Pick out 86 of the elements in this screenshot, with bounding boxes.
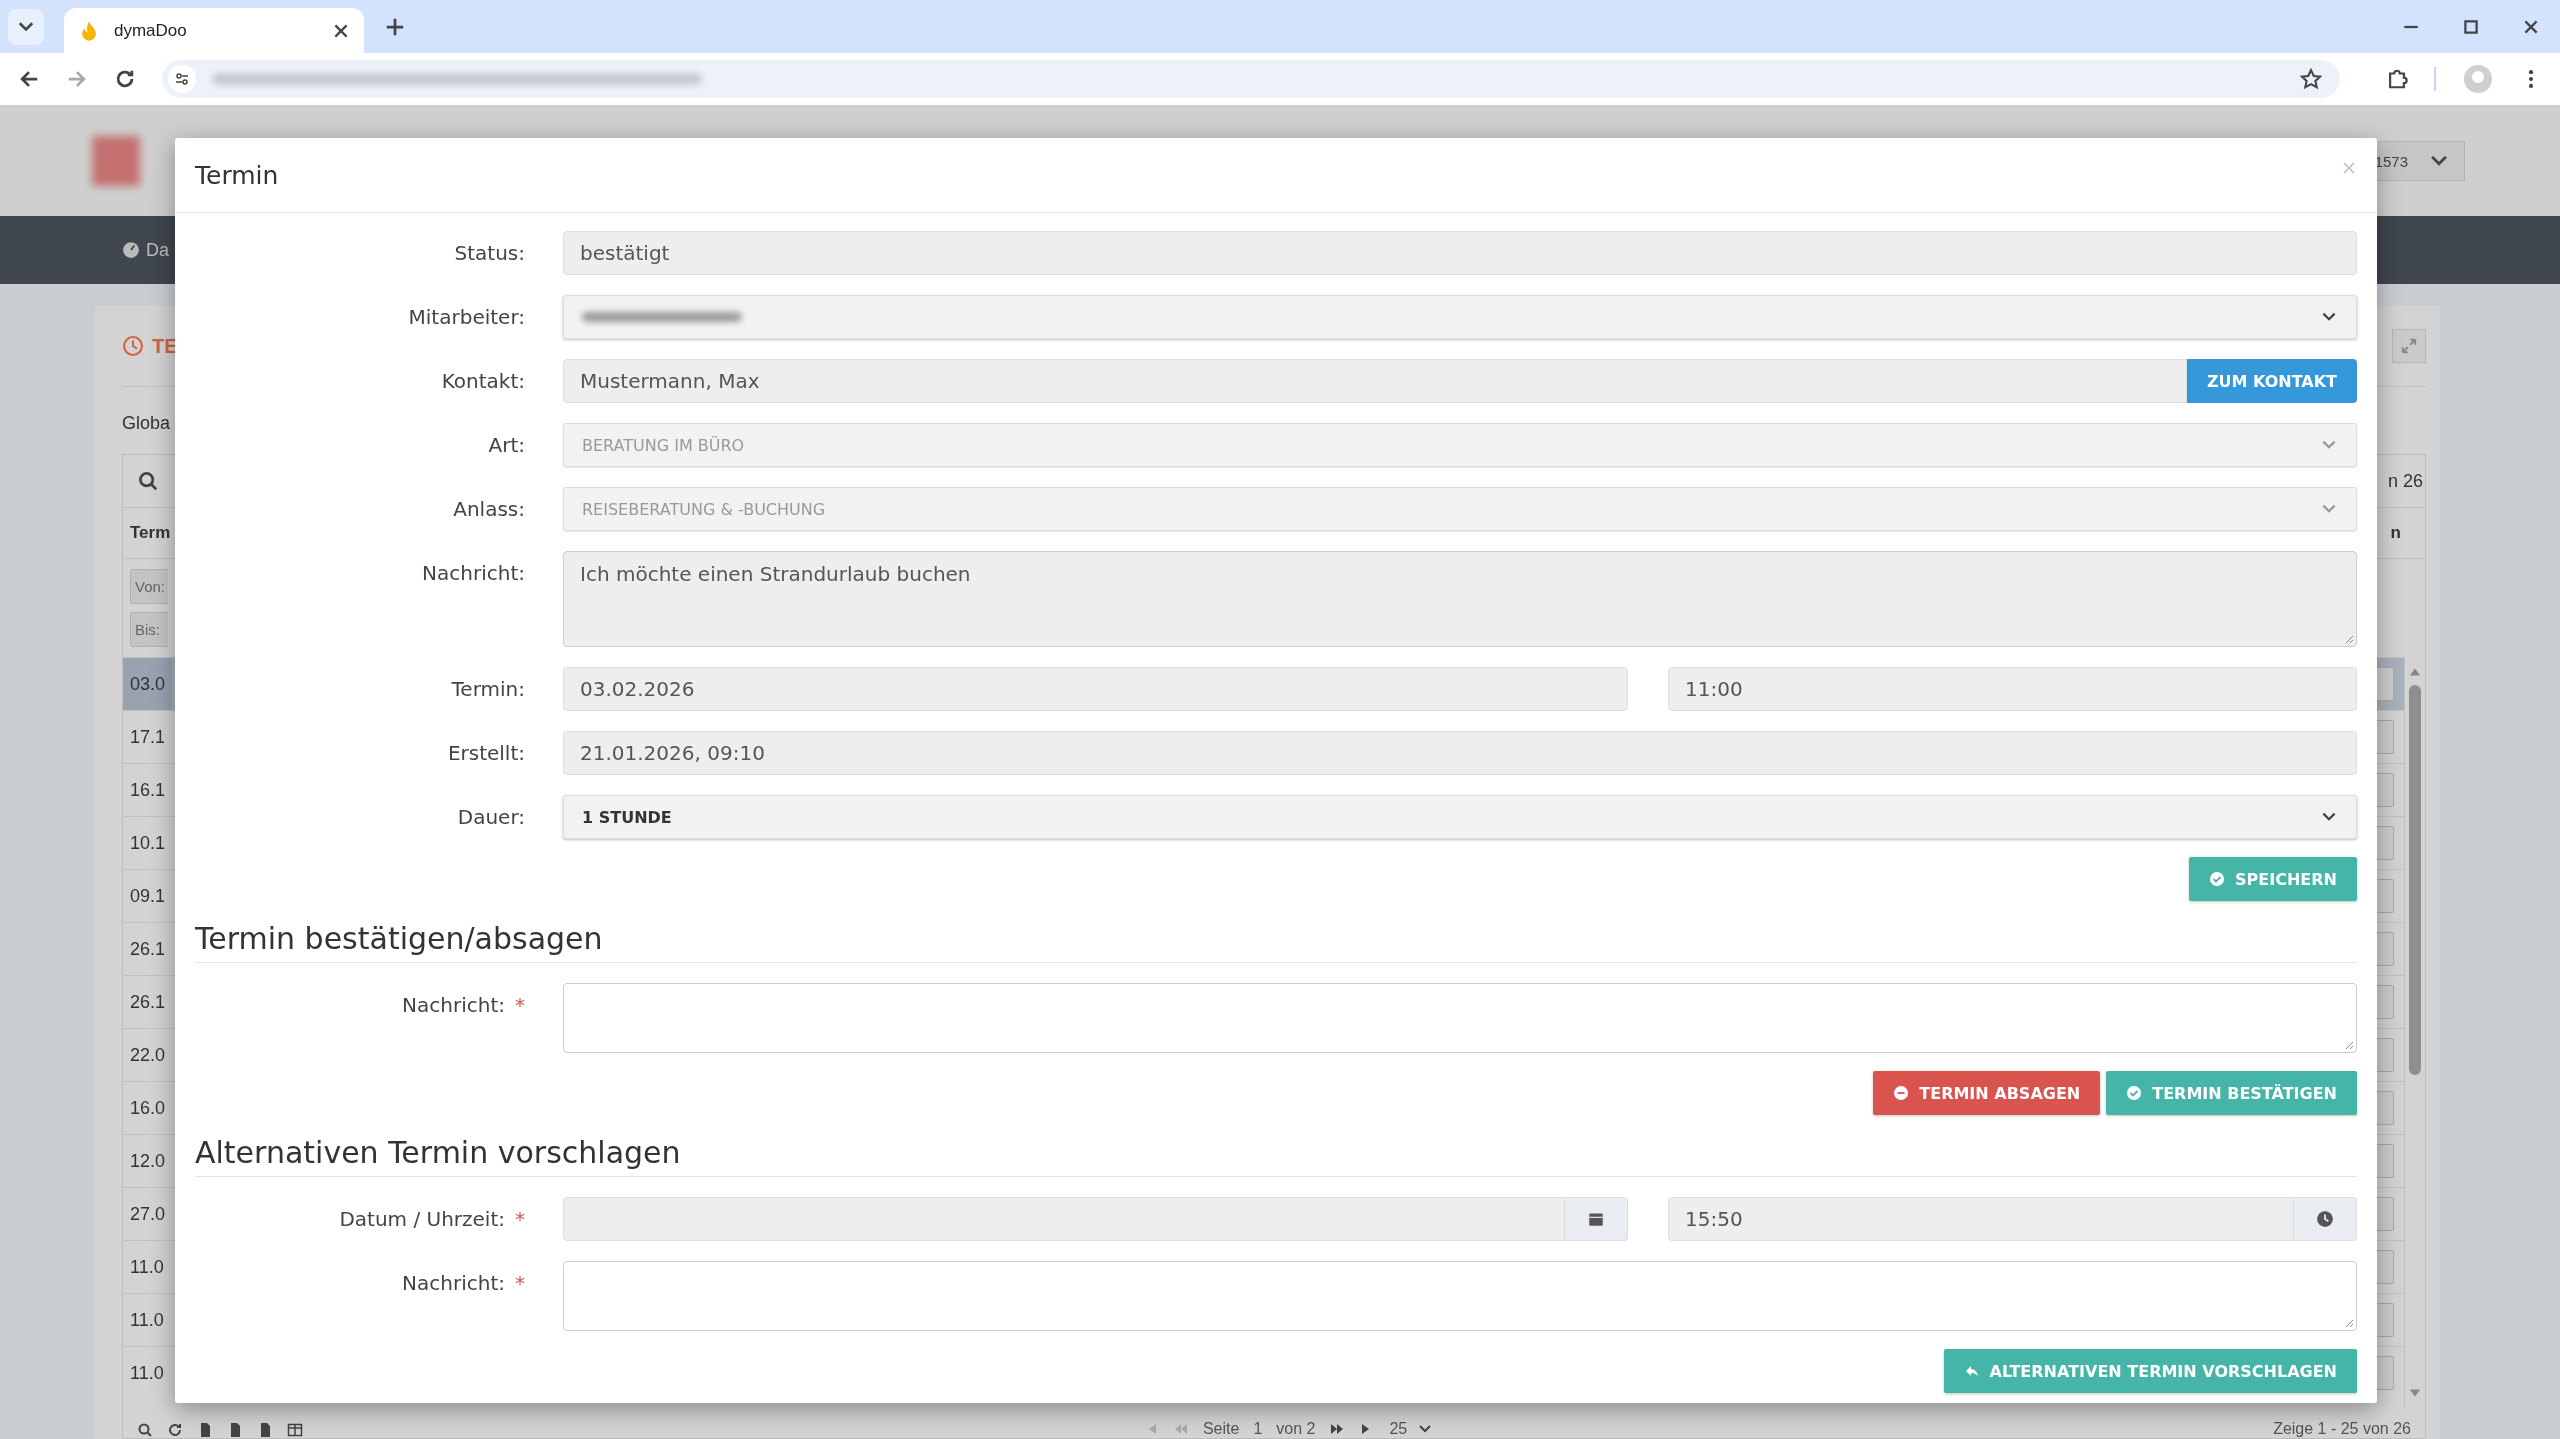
table-cell: 03.0 [123,658,173,710]
table-cell-text: 17.1 [129,725,167,749]
field-label: Termin: [451,676,525,703]
table-cell-text: 22.0 [129,1043,167,1067]
text-area[interactable]: Ich möchte einen Strandurlaub buchen [563,551,2357,647]
table-cell-text: 26.1 [129,937,167,961]
resize-grip-icon[interactable] [2344,1040,2354,1050]
clock-icon [2316,1210,2334,1228]
text-field[interactable]: bestätigt [563,231,2357,275]
maximize-icon[interactable] [2462,17,2480,36]
table-cell-text: 16.1 [129,778,167,802]
tab-list-chevron-icon[interactable] [8,8,44,45]
site-settings-icon[interactable] [174,71,190,87]
table-cell-text: 27.0 [129,1202,167,1226]
required-marker: * [515,992,525,1019]
field-label: Art: [488,432,525,459]
select-field[interactable] [563,295,2357,339]
tab-title: dymaDoo [114,20,188,41]
text-area[interactable] [563,983,2357,1053]
text-field[interactable]: 21.01.2026, 09:10 [563,731,2357,775]
page-field[interactable]: 1 [1253,1420,1263,1438]
field-label: Dauer: [457,804,525,831]
date-field[interactable] [563,1197,1565,1241]
profile-icon[interactable] [2462,63,2494,95]
date-field[interactable]: 03.02.2026 [563,667,1628,711]
field-label: Erstellt: [447,740,525,767]
table-cell-text: 12.0 [129,1149,167,1173]
search-icon[interactable] [137,1422,153,1438]
scrollbar-thumb[interactable] [2409,685,2421,1075]
time-field[interactable]: 11:00 [1668,667,2357,711]
filter-label: Globa [122,413,171,434]
text-area[interactable] [563,1261,2357,1331]
pager-label: Seite [1202,1420,1240,1438]
calendar-button[interactable] [1565,1197,1628,1241]
filter-field[interactable]: Bis: [130,612,168,647]
time-field[interactable]: 15:50 [1668,1197,2294,1241]
section-heading: Alternativen Termin vorschlagen [195,1135,2357,1177]
expand-icon[interactable] [2392,329,2426,363]
column-header: Term [130,523,171,543]
text-field[interactable]: Mustermann, Max [563,359,2187,403]
field-label: Nachricht: [402,1270,505,1297]
pager-summary: Zeige 1 - 25 von 26 [2273,1420,2411,1438]
table-cell-text: 11.0 [129,1255,165,1279]
page-size-select[interactable]: 25 [1389,1420,1434,1438]
reload-icon[interactable] [114,68,136,90]
gauge-icon [122,241,140,259]
columns-icon[interactable] [287,1422,303,1438]
check-circle-icon [2126,1085,2143,1101]
clock-button[interactable] [2294,1197,2357,1241]
table-cell-text: 16.0 [129,1096,167,1120]
calendar-icon [1587,1210,1605,1228]
select-field[interactable]: 1 STUNDE [563,795,2357,839]
table-cell-text: 09.1 [129,884,167,908]
table-cell-text: 11.0 [129,1308,165,1332]
field-label: Kontakt: [441,368,525,395]
field-label: Datum / Uhrzeit: [339,1206,505,1233]
record-count: n 26 [2387,470,2423,492]
check-circle-icon [2209,871,2226,887]
field-label: Status: [454,240,525,267]
column-header: n [2390,523,2401,543]
required-marker: * [515,1206,525,1233]
table-cell-text: 26.1 [129,990,167,1014]
field-label: Mitarbeiter: [408,304,525,331]
logo-placeholder [92,136,140,186]
required-marker: * [515,1270,525,1297]
star-icon[interactable] [2300,68,2322,90]
clock-icon [122,335,144,357]
field-label: Anlass: [453,496,525,523]
field-label: Nachricht: [402,992,505,1019]
search-icon[interactable] [137,470,159,492]
resize-grip-icon[interactable] [2344,634,2354,644]
button[interactable]: TERMIN ABSAGEN [1873,1071,2101,1115]
minus-circle-icon [1893,1085,1910,1101]
contact-button[interactable]: ZUM KONTAKT [2186,359,2357,403]
section-heading: Termin bestätigen/absagen [195,921,2357,963]
puzzle-icon[interactable] [2386,68,2408,90]
field-label: Nachricht: [422,560,525,587]
filter-field[interactable]: Von: [130,569,168,604]
pager-label: von 2 [1276,1420,1316,1438]
dialog-title: Termin [195,160,279,190]
table-cell-text: 10.1 [129,831,167,855]
refresh-icon[interactable] [167,1422,183,1438]
browser-tab[interactable]: dymaDoo [64,8,364,53]
resize-grip-icon[interactable] [2344,1318,2354,1328]
nav-item[interactable]: Da [122,239,169,261]
table-cell-text: 11.0 [129,1361,165,1385]
